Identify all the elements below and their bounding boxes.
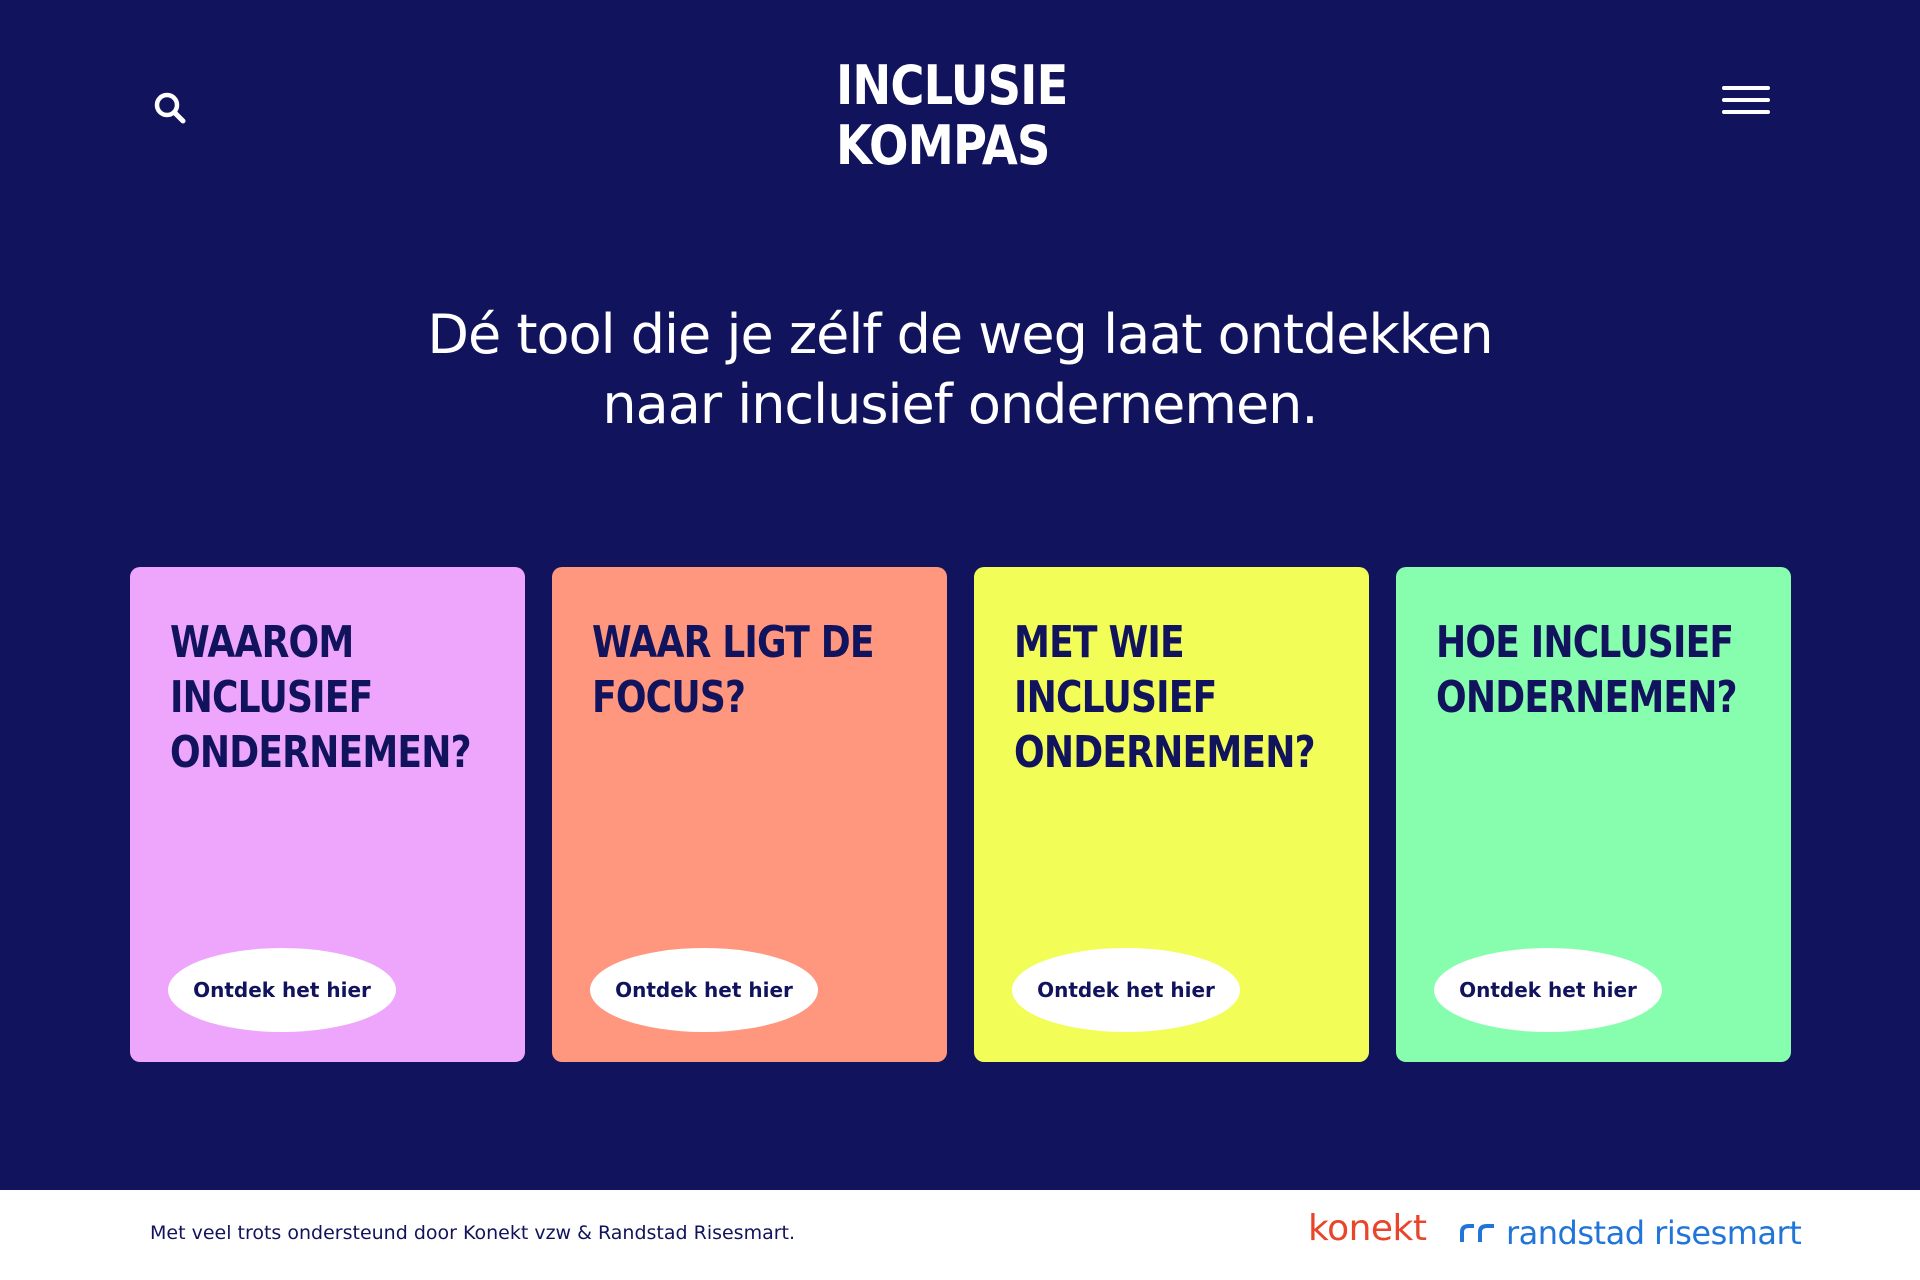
card-title-line: HOE INCLUSIEF	[1436, 617, 1734, 668]
card-title-line: FOCUS?	[592, 672, 746, 723]
randstad-mark-icon	[1460, 1224, 1494, 1242]
footer-credit-text: Met veel trots ondersteund door Konekt v…	[150, 1222, 796, 1244]
randstad-risesmart-logo[interactable]: randstad risesmart	[1460, 1214, 1802, 1252]
card-title-line: INCLUSIEF	[1014, 672, 1217, 723]
hero-line-1: Dé tool die je zélf de weg laat ontdekke…	[427, 303, 1493, 366]
search-button[interactable]	[150, 88, 194, 132]
site-footer: Met veel trots ondersteund door Konekt v…	[0, 1190, 1920, 1280]
hero-tagline: Dé tool die je zélf de weg laat ontdekke…	[0, 300, 1920, 440]
card-title: MET WIE INCLUSIEF ONDERNEMEN?	[1014, 615, 1342, 780]
card-title-line: WAAR LIGT DE	[592, 617, 875, 668]
card-title-line: WAAROM	[170, 617, 354, 668]
discover-button[interactable]: Ontdek het hier	[590, 948, 818, 1032]
card-grid: WAAROM INCLUSIEF ONDERNEMEN? Ontdek het …	[130, 567, 1792, 1062]
logo-line-1: INCLUSIE	[836, 54, 1068, 117]
hamburger-menu-icon	[1722, 86, 1770, 114]
site-header: INCLUSIE KOMPAS	[0, 0, 1920, 210]
menu-button[interactable]	[1722, 86, 1770, 120]
card-title-line: ONDERNEMEN?	[1014, 727, 1316, 778]
card-title: WAAROM INCLUSIEF ONDERNEMEN?	[170, 615, 498, 780]
card-title-line: ONDERNEMEN?	[170, 727, 472, 778]
card-waarom[interactable]: WAAROM INCLUSIEF ONDERNEMEN? Ontdek het …	[130, 567, 525, 1062]
card-title-line: INCLUSIEF	[170, 672, 373, 723]
card-title: WAAR LIGT DE FOCUS?	[592, 615, 920, 725]
discover-button[interactable]: Ontdek het hier	[1434, 948, 1662, 1032]
logo-line-2: KOMPAS	[836, 114, 1050, 177]
card-focus[interactable]: WAAR LIGT DE FOCUS? Ontdek het hier	[552, 567, 947, 1062]
card-title-line: ONDERNEMEN?	[1436, 672, 1738, 723]
card-title: HOE INCLUSIEF ONDERNEMEN?	[1436, 615, 1764, 725]
card-hoe[interactable]: HOE INCLUSIEF ONDERNEMEN? Ontdek het hie…	[1396, 567, 1791, 1062]
discover-button[interactable]: Ontdek het hier	[1012, 948, 1240, 1032]
konekt-logo[interactable]: konekt	[1308, 1208, 1427, 1249]
card-title-line: MET WIE	[1014, 617, 1185, 668]
card-met-wie[interactable]: MET WIE INCLUSIEF ONDERNEMEN? Ontdek het…	[974, 567, 1369, 1062]
discover-button[interactable]: Ontdek het hier	[168, 948, 396, 1032]
hero-line-2: naar inclusief ondernemen.	[602, 373, 1318, 436]
search-icon	[154, 92, 186, 124]
randstad-logo-text: randstad risesmart	[1506, 1214, 1802, 1252]
site-logo[interactable]: INCLUSIE KOMPAS	[836, 56, 1086, 196]
